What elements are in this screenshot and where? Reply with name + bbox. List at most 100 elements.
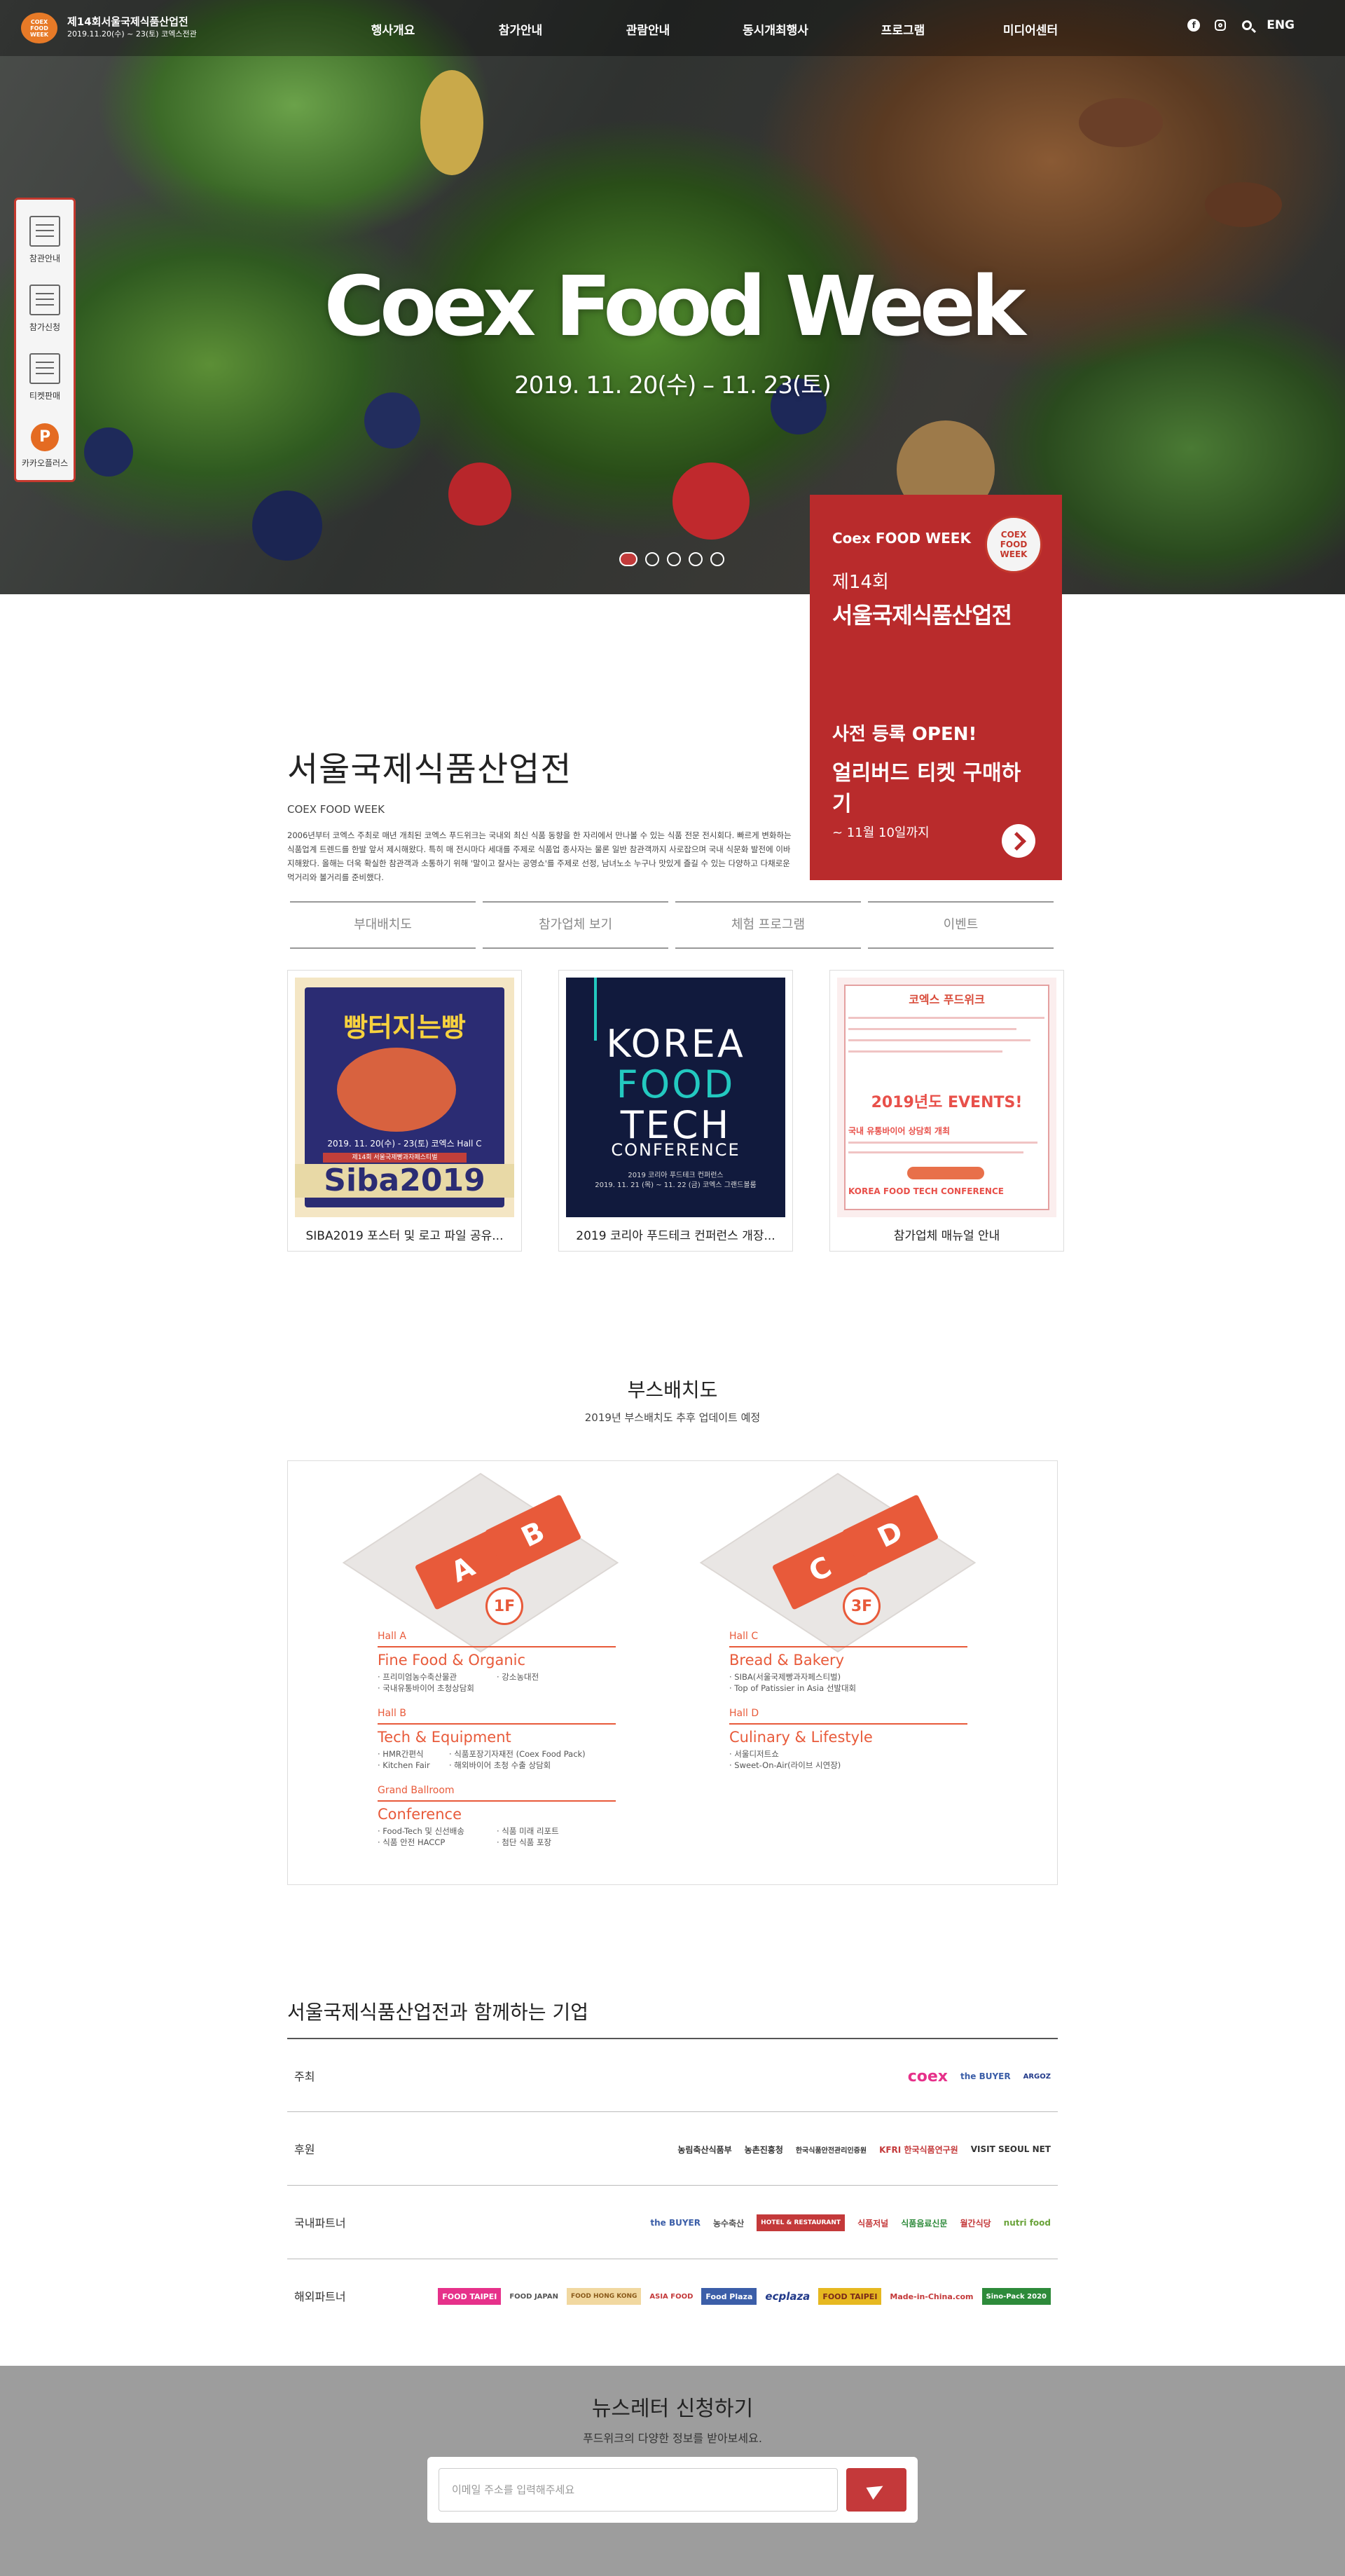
- booth-title: 부스배치도: [627, 1378, 718, 1402]
- poster-text-line: [848, 1039, 1030, 1041]
- quick-item-tickets[interactable]: 티켓판매: [16, 343, 74, 411]
- hall-item: · 국내유통바이어 초청상담회: [378, 1683, 474, 1693]
- partner-logo[interactable]: 식품음료신문: [901, 2217, 947, 2229]
- poster-text-line: [848, 1050, 1002, 1053]
- news-card[interactable]: KOREA FOOD TECH CONFERENCE 2019 코리아 푸드테크…: [558, 970, 793, 1252]
- email-input[interactable]: [439, 2468, 838, 2512]
- partner-logo[interactable]: 농림축산식품부: [677, 2144, 731, 2156]
- slide-dot-1[interactable]: [619, 552, 637, 566]
- tab-experience[interactable]: 체험 프로그램: [675, 901, 861, 949]
- almond-decor: [1079, 98, 1163, 147]
- poster-conference: CONFERENCE: [611, 1140, 740, 1160]
- hall-item: · 서울디저트쇼: [729, 1749, 779, 1759]
- hall-item: · 식품포장기자재전 (Coex Food Pack): [449, 1749, 586, 1759]
- partner-logo[interactable]: nutri food: [1004, 2218, 1051, 2228]
- tab-exhibitors[interactable]: 참가업체 보기: [483, 901, 668, 949]
- quick-item-visit-guide[interactable]: 참관안내: [16, 205, 74, 274]
- nav-item-visit[interactable]: 관람안내: [584, 20, 712, 38]
- nav-item-concurrent-events[interactable]: 동시개최행사: [712, 20, 839, 38]
- partner-logo[interactable]: Sino-Pack 2020: [981, 2288, 1051, 2305]
- language-switch-button[interactable]: ENG: [1267, 18, 1295, 32]
- hall-name: Hall B: [378, 1708, 406, 1719]
- hall-item: · SIBA(서울국제빵과자페스티벌): [729, 1672, 841, 1682]
- news-card[interactable]: 빵터지는빵 2019. 11. 20(수) - 23(토) 코엑스 Hall C…: [287, 970, 522, 1252]
- nav-item-media-center[interactable]: 미디어센터: [967, 20, 1094, 38]
- partner-logo[interactable]: the BUYER: [650, 2218, 701, 2228]
- hall-items: · 프리미엄농수축산물관 · 강소농대전 · 국내유통바이어 초청상담회: [378, 1671, 616, 1694]
- blueberry-decor: [364, 392, 420, 448]
- poster-button: [907, 1167, 984, 1179]
- intro-tabs: 부대배치도 참가업체 보기 체험 프로그램 이벤트: [290, 901, 1054, 949]
- partner-logo[interactable]: 농수축산: [713, 2217, 744, 2229]
- newsletter-form: [427, 2457, 918, 2523]
- partner-logos: the BUYER 농수축산 HOTEL & RESTAURANT 식품저널 식…: [650, 2207, 1051, 2239]
- slide-dot-5[interactable]: [710, 552, 724, 566]
- slide-dot-2[interactable]: [645, 552, 659, 566]
- poster-title: 빵터지는빵: [343, 1012, 466, 1043]
- poster-heading: KOREA FOOD TECH CONFERENCE: [848, 1186, 1004, 1196]
- partner-logo[interactable]: ecplaza: [765, 2290, 810, 2303]
- partner-row-label: 주최: [294, 2070, 315, 2083]
- partner-logo[interactable]: 한국식품안전관리인증원: [796, 2144, 867, 2155]
- partner-logo[interactable]: 식품저널: [857, 2217, 888, 2229]
- nav-item-participation[interactable]: 참가안내: [457, 20, 584, 38]
- hall-items: · HMR간편식 · 식품포장기자재전 (Coex Food Pack) · K…: [378, 1748, 616, 1771]
- partner-logos: coex the BUYER ARGOZ: [908, 2060, 1051, 2092]
- hall-name: Hall A: [378, 1631, 406, 1642]
- slide-dot-3[interactable]: [667, 552, 681, 566]
- partner-logo[interactable]: FOOD HONG KONG: [566, 2288, 642, 2305]
- hall-item: · Food-Tech 및 신선배송: [378, 1826, 464, 1836]
- early-bird-promo[interactable]: Coex FOOD WEEK COEX FOOD WEEK 제14회 서울국제식…: [810, 495, 1062, 880]
- slide-dot-4[interactable]: [689, 552, 703, 566]
- news-card[interactable]: 코엑스 푸드위크 2019년도 EVENTS! 국내 유통바이어 상담회 개최 …: [829, 970, 1064, 1252]
- partner-logo[interactable]: FOOD TAIPEI: [818, 2288, 882, 2305]
- quick-item-label: 티켓판매: [29, 390, 61, 401]
- partner-logo[interactable]: FOOD JAPAN: [509, 2293, 558, 2301]
- partner-logo[interactable]: KFRI 한국식품연구원: [879, 2144, 958, 2156]
- site-logo[interactable]: 제14회서울국제식품산업전 2019.11.20(수) ~ 23(토) 코엑스전…: [67, 15, 197, 41]
- instagram-icon[interactable]: [1213, 18, 1227, 32]
- partner-logo[interactable]: the BUYER: [960, 2071, 1011, 2081]
- nav-item-program[interactable]: 프로그램: [839, 20, 967, 38]
- logo-title: 제14회서울국제식품산업전: [67, 15, 188, 28]
- hero-date: 2019. 11. 20(수) – 11. 23(토): [514, 371, 832, 399]
- arrow-right-icon[interactable]: [1002, 824, 1035, 858]
- partner-logo[interactable]: Made-in-China.com: [890, 2292, 973, 2301]
- partner-logo[interactable]: ARGOZ: [1023, 2073, 1051, 2081]
- hall-item: · Sweet-On-Air(라이브 시연장): [729, 1760, 841, 1770]
- poster-text-line: [848, 1151, 1023, 1153]
- raspberry-decor: [448, 463, 511, 526]
- almond-decor: [1205, 182, 1282, 227]
- partner-logo[interactable]: FOOD TAIPEI: [438, 2288, 502, 2305]
- poster-text-line: [848, 1028, 1016, 1030]
- partner-logo[interactable]: ASIA FOOD: [649, 2293, 693, 2301]
- intro-subtitle: COEX FOOD WEEK: [287, 803, 385, 816]
- partner-logos: 농림축산식품부 농촌진흥청 한국식품안전관리인증원 KFRI 한국식품연구원 V…: [677, 2133, 1051, 2165]
- tab-events[interactable]: 이벤트: [868, 901, 1054, 949]
- hall-grand-ballroom: Grand Ballroom Conference · Food-Tech 및 …: [378, 1785, 616, 1848]
- hall-name: Grand Ballroom: [378, 1785, 455, 1796]
- partner-row-label: 해외파트너: [294, 2290, 346, 2303]
- partner-logo[interactable]: HOTEL & RESTAURANT: [757, 2214, 846, 2231]
- subscribe-button[interactable]: [846, 2468, 906, 2512]
- partner-logo[interactable]: 월간식당: [960, 2217, 991, 2229]
- raspberry-decor: [672, 463, 750, 540]
- partner-logo[interactable]: coex: [908, 2068, 948, 2085]
- cart-icon: [29, 352, 60, 384]
- partner-logo[interactable]: VISIT SEOUL NET: [971, 2144, 1051, 2154]
- partner-logo[interactable]: 농촌진흥청: [745, 2144, 783, 2156]
- quick-item-kakao[interactable]: 카카오플러스: [16, 411, 74, 480]
- quick-item-apply[interactable]: 참가신청: [16, 274, 74, 343]
- hall-item: · 프리미엄농수축산물관: [378, 1672, 457, 1682]
- nav-item-overview[interactable]: 행사개요: [329, 20, 457, 38]
- logo-badge[interactable]: COEX FOOD WEEK: [21, 13, 57, 43]
- facebook-icon[interactable]: f: [1187, 18, 1201, 32]
- quick-item-label: 참가신청: [29, 322, 61, 332]
- tab-booth-layout[interactable]: 부대배치도: [290, 901, 476, 949]
- partner-logo[interactable]: Food Plaza: [701, 2288, 757, 2305]
- search-icon[interactable]: [1240, 18, 1254, 32]
- manual-poster-thumbnail: 코엑스 푸드위크 2019년도 EVENTS! 국내 유통바이어 상담회 개최 …: [837, 978, 1056, 1217]
- bread-illustration: [337, 1048, 456, 1132]
- hall-title: Conference: [378, 1806, 462, 1823]
- hall-items: · Food-Tech 및 신선배송 · 식품 미래 리포트 · 식품 안전 H…: [378, 1825, 616, 1848]
